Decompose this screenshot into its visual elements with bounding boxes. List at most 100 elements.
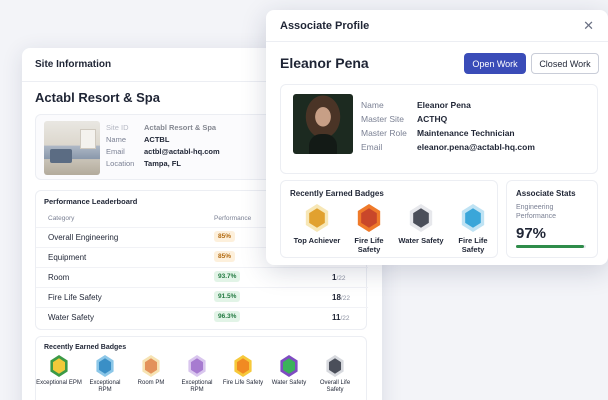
badge-item[interactable]: Overall Life Safety	[312, 355, 358, 394]
site-info-row: Location Tampa, FL	[106, 157, 220, 169]
associate-info-row: Master Role Maintenance Technician	[361, 126, 535, 140]
performance-progress-fill	[516, 245, 584, 248]
site-recent-badges: Recently Earned Badges Exceptional EPM Ex…	[35, 336, 367, 400]
associate-stats-value: 97%	[516, 225, 547, 242]
badge-item[interactable]: Water Safety	[395, 204, 447, 254]
profile-header: Associate Profile ✕	[266, 10, 608, 42]
badge-item[interactable]: Fire Life Safety	[220, 355, 266, 394]
bee-badge-icon	[409, 204, 433, 232]
associate-stats-title: Associate Stats	[516, 189, 576, 198]
associate-info-box: Name Eleanor Pena Master Site ACTHQ Mast…	[280, 84, 598, 174]
rank-value: 18	[332, 293, 341, 302]
site-title: Actabl Resort & Spa	[35, 90, 160, 105]
associate-info-key: Master Site	[361, 114, 404, 124]
site-info-key: Site ID	[106, 122, 129, 132]
profile-header-title: Associate Profile	[280, 19, 370, 32]
associate-profile-modal: Associate Profile ✕ Eleanor Pena Open Wo…	[266, 10, 608, 265]
avatar	[293, 94, 353, 154]
badge-label: Fire Life Safety	[458, 236, 488, 254]
trophy-badge-icon	[305, 204, 329, 232]
badge-item[interactable]: Fire Life Safety	[343, 204, 395, 254]
badge-label: Water Safety	[398, 236, 444, 245]
leaderboard-title: Performance Leaderboard	[44, 197, 138, 206]
site-info-row: Site ID Actabl Resort & Spa	[106, 121, 220, 133]
associate-info-row: Master Site ACTHQ	[361, 112, 535, 126]
badge-label: Exceptional RPM	[181, 380, 213, 393]
associate-info-row: Email eleanor.pena@actabl-hq.com	[361, 140, 535, 154]
performance-badge: 85%	[214, 251, 236, 262]
badge-label: Overall Life Safety	[319, 380, 351, 393]
leaderboard-category: Water Safety	[48, 313, 94, 322]
site-info-value: Actabl Resort & Spa	[144, 122, 217, 132]
site-info-row: Email actbl@actabl-hq.com	[106, 145, 220, 157]
associate-stats: Associate Stats Engineering Performance …	[506, 180, 598, 258]
site-info-key: Location	[106, 158, 135, 168]
site-info-value: ACTBL	[144, 134, 170, 144]
associate-info-value: eleanor.pena@actabl-hq.com	[417, 142, 535, 152]
performance-badge: 85%	[214, 231, 236, 242]
leaderboard-rank: 11/22	[332, 313, 350, 322]
badge-label: Water Safety	[271, 380, 307, 386]
associate-info-table: Name Eleanor Pena Master Site ACTHQ Mast…	[361, 98, 535, 154]
associate-info-value: Maintenance Technician	[417, 128, 515, 138]
site-info-table: Site ID Actabl Resort & Spa Name ACTBL E…	[106, 121, 220, 169]
badge-item[interactable]: Exceptional RPM	[82, 355, 128, 394]
badge-label: Exceptional RPM	[89, 380, 121, 393]
gear-badge-icon	[50, 355, 68, 377]
site-badges-list: Exceptional EPM Exceptional RPM Room PM Exc…	[36, 355, 368, 394]
room-badge-icon	[142, 355, 160, 377]
badge-item[interactable]: Exceptional EPM	[36, 355, 82, 394]
associate-info-key: Email	[361, 142, 383, 152]
leaderboard-rank: 1/22	[332, 273, 346, 282]
site-info-key: Name	[106, 134, 127, 144]
performance-badge: 96.3%	[214, 311, 241, 322]
leaderboard-row[interactable]: Fire Life Safety 91.5% 18/22	[36, 287, 368, 307]
performance-badge: 91.5%	[214, 291, 241, 302]
gem-badge-icon	[96, 355, 114, 377]
badge-item[interactable]: Room PM	[128, 355, 174, 394]
close-icon[interactable]: ✕	[583, 18, 594, 34]
bee-badge-icon	[326, 355, 344, 377]
rank-total: /22	[336, 275, 346, 282]
site-info-key: Email	[106, 146, 125, 156]
associate-info-row: Name Eleanor Pena	[361, 98, 535, 112]
rank-total: /22	[340, 295, 350, 302]
associate-name: Eleanor Pena	[280, 55, 369, 71]
leaderboard-category: Equipment	[48, 253, 87, 262]
leaderboard-row[interactable]: Water Safety 96.3% 11/22	[36, 307, 368, 327]
badge-label: Room PM	[137, 380, 165, 386]
site-photo	[44, 121, 100, 175]
badge-item[interactable]: Fire Life Safety	[447, 204, 499, 254]
badge-label: Top Achiever	[293, 236, 341, 245]
leaderboard-col-category: Category	[48, 215, 75, 222]
associate-stats-label: Engineering Performance	[516, 204, 557, 220]
site-info-value: actbl@actabl-hq.com	[144, 146, 220, 156]
open-work-button[interactable]: Open Work	[464, 53, 526, 74]
associate-info-value: ACTHQ	[417, 114, 448, 124]
leaderboard-row[interactable]: Room 93.7% 1/22	[36, 267, 368, 287]
leaderboard-category: Fire Life Safety	[48, 293, 102, 302]
cake-badge-icon	[188, 355, 206, 377]
site-info-value: Tampa, FL	[144, 158, 181, 168]
badge-item[interactable]: Water Safety	[266, 355, 312, 394]
badge-item[interactable]: Top Achiever	[291, 204, 343, 254]
closed-work-button[interactable]: Closed Work	[531, 53, 599, 74]
performance-progress-bar	[516, 245, 586, 248]
site-info-row: Name ACTBL	[106, 133, 220, 145]
leaderboard-col-performance: Performance	[214, 215, 252, 222]
leaderboard-rank: 18/22	[332, 293, 350, 302]
rank-total: /22	[340, 315, 350, 322]
associate-info-value: Eleanor Pena	[417, 100, 471, 110]
leaderboard-category: Room	[48, 273, 70, 282]
diamond-badge-icon	[461, 204, 485, 232]
associate-recent-badges: Recently Earned Badges Top Achiever Fire …	[280, 180, 498, 258]
associate-badges-title: Recently Earned Badges	[290, 189, 384, 198]
badge-label: Fire Life Safety	[354, 236, 384, 254]
badge-label: Exceptional EPM	[36, 380, 82, 386]
associate-badges-list: Top Achiever Fire Life Safety Water Safety…	[291, 204, 499, 254]
badge-item[interactable]: Exceptional RPM	[174, 355, 220, 394]
fire-badge-icon	[357, 204, 381, 232]
associate-info-key: Name	[361, 100, 384, 110]
performance-badge: 93.7%	[214, 271, 241, 282]
check-badge-icon	[280, 355, 298, 377]
